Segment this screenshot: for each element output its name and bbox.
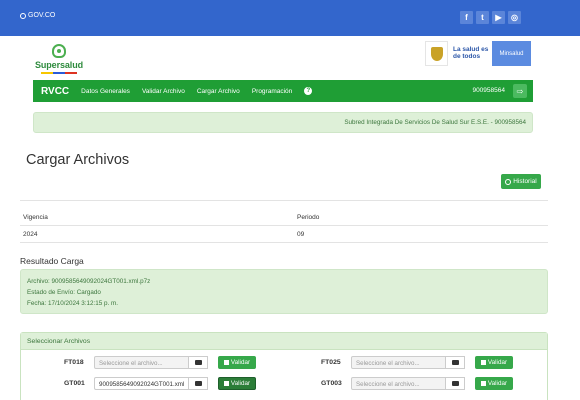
nav-brand[interactable]: RVCC [41,86,69,97]
logout-icon[interactable]: ⇨ [513,84,527,98]
page-title: Cargar Archivos [26,152,130,168]
file-row-gt003: GT003 Seleccione el archivo... Validar [321,377,513,390]
result-date: Fecha: 17/10/2024 3:12:15 p. m. [27,300,119,307]
vigencia-value: 2024 [23,231,38,238]
divider [20,200,548,201]
user-id: 900958564 [472,87,505,94]
flag-stripe [41,72,77,74]
file-row-ft018: FT018 Seleccione el archivo... Validar [64,356,256,369]
supersalud-logo[interactable]: Supersalud [34,44,84,74]
main-navbar: RVCC Datos Generales Validar Archivo Car… [33,80,533,102]
clock-icon [505,178,512,185]
file-row-ft025: FT025 Seleccione el archivo... Validar [321,356,513,369]
file-input-gt003[interactable]: Seleccione el archivo... [351,377,446,390]
summary-table: Vigencia Periodo 2024 09 [20,209,548,243]
nav-item-programacion[interactable]: Programación [252,88,292,95]
twitter-icon[interactable]: t [476,11,489,24]
nav-item-cargar-archivo[interactable]: Cargar Archivo [197,88,240,95]
validar-label: Validar [230,359,251,366]
validar-button-ft025[interactable]: Validar [475,356,513,369]
instagram-icon[interactable]: ◎ [508,11,521,24]
gov-logo-text: GOV.CO [28,12,56,19]
validar-label: Validar [230,380,251,387]
nav-item-datos-generales[interactable]: Datos Generales [81,88,130,95]
validar-button-ft018[interactable]: Validar [218,356,256,369]
minsalud-logo[interactable]: La salud es de todos Minsalud [425,41,531,66]
result-status: Estado de Envío: Cargado [27,289,101,296]
file-input-ft018[interactable]: Seleccione el archivo... [94,356,189,369]
save-icon [480,381,486,386]
historial-button[interactable]: Historial [501,174,541,189]
result-file: Archivo: 9009585649092024GT001.xml.p7z [27,278,151,285]
validar-button-gt003[interactable]: Validar [475,377,513,390]
supersalud-emblem-icon [52,44,66,58]
gov-top-bar: GOV.CO f t ▶ ◎ [0,0,580,36]
header-periodo: Periodo [297,214,320,221]
gov-shield-icon [20,12,26,19]
ministry-name: Minsalud [492,41,531,66]
folder-open-icon[interactable] [446,377,465,390]
validar-label: Validar [487,359,508,366]
entity-name: Subred Integrada De Servicios De Salud S… [344,119,526,126]
result-box: Archivo: 9009585649092024GT001.xml.p7z E… [20,269,548,314]
folder-open-icon[interactable] [189,377,208,390]
file-label: FT025 [321,359,341,366]
file-input-gt001[interactable]: 9009585649092024GT001.xml [94,377,189,390]
gov-logo[interactable]: GOV.CO [20,12,55,19]
entity-banner: Subred Integrada De Servicios De Salud S… [33,112,533,133]
validar-label: Validar [487,380,508,387]
file-label: FT018 [64,359,84,366]
folder-open-icon[interactable] [189,356,208,369]
facebook-icon[interactable]: f [460,11,473,24]
folder-open-icon[interactable] [446,356,465,369]
nav-item-validar-archivo[interactable]: Validar Archivo [142,88,185,95]
table-header-row: Vigencia Periodo [20,209,548,226]
file-input-ft025[interactable]: Seleccione el archivo... [351,356,446,369]
help-icon[interactable]: ? [304,87,313,95]
result-title: Resultado Carga [20,256,84,266]
periodo-value: 09 [297,231,305,238]
header-vigencia: Vigencia [23,214,48,221]
brand-name: Supersalud [34,60,83,70]
table-row: 2024 09 [20,226,548,243]
social-icons: f t ▶ ◎ [460,11,521,24]
file-label: GT001 [64,380,85,387]
file-label: GT003 [321,380,342,387]
historial-label: Historial [513,178,537,185]
coat-of-arms-icon [425,41,448,66]
save-icon [480,360,486,365]
select-files-title: Seleccionar Archivos [21,333,547,350]
save-icon [223,381,229,386]
youtube-icon[interactable]: ▶ [492,11,505,24]
file-row-gt001: GT001 9009585649092024GT001.xml Validar [64,377,256,390]
ministry-slogan: La salud es de todos [448,41,492,66]
save-icon [223,360,229,365]
validar-button-gt001[interactable]: Validar [218,377,256,390]
